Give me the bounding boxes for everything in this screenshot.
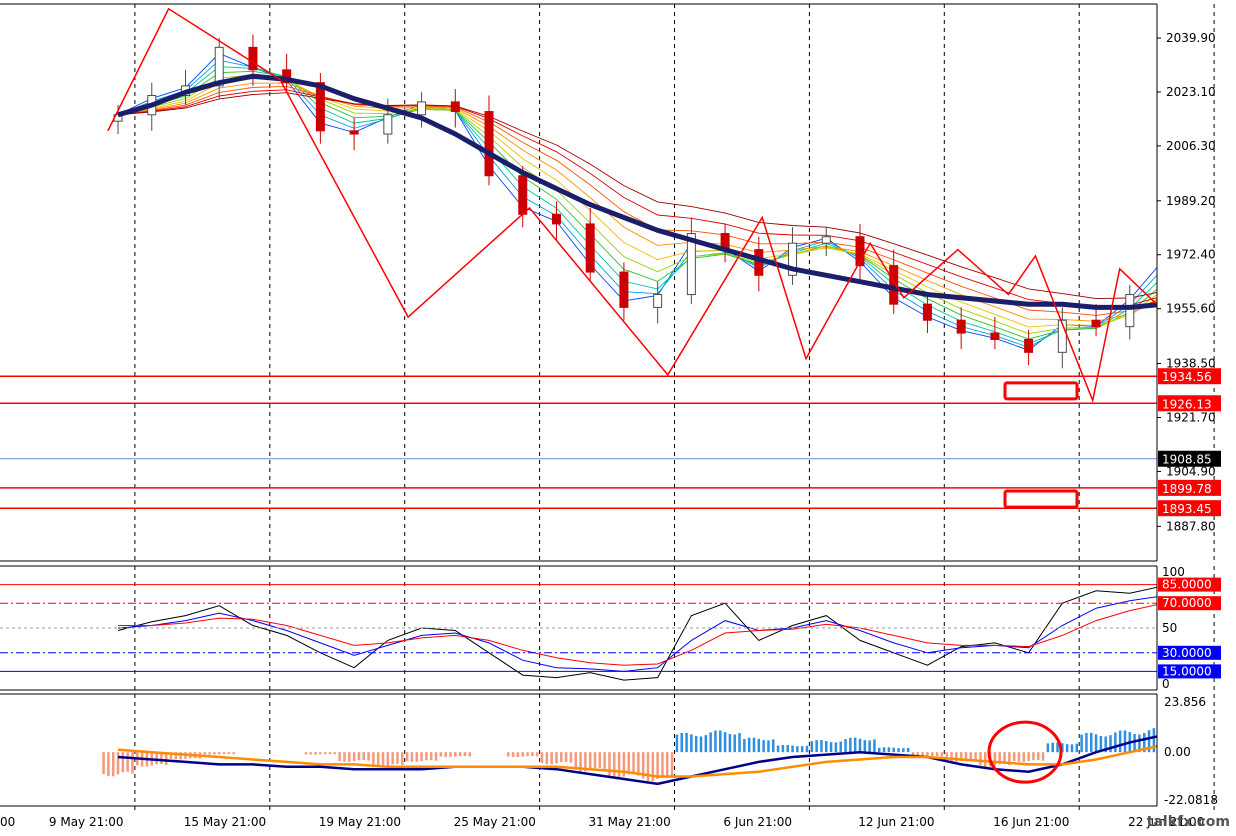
chart-root: 2039.90 2023.10 2006.30 1989.20 1972.40 1955.… — [0, 0, 1236, 832]
candle-body — [349, 130, 359, 135]
macd-tick-label: 0.00 — [1164, 745, 1191, 759]
chart-background — [0, 0, 1236, 832]
level-tag-label: 1899.78 — [1162, 482, 1212, 496]
time-tick-label: 31 May 21:00 — [589, 815, 671, 829]
candle-body — [518, 175, 528, 215]
candle-body — [619, 271, 629, 308]
stochastic-tick-label: 0 — [1162, 677, 1170, 691]
candle-body — [653, 294, 663, 308]
level-tag-label: 1926.13 — [1162, 397, 1212, 411]
stochastic-level-tag-label: 30.0000 — [1162, 646, 1212, 660]
macd-tick-label: 23.856 — [1164, 695, 1206, 709]
candle-body — [1024, 338, 1034, 353]
time-tick-label: 12 Jun 21:00 — [858, 815, 934, 829]
candle-body — [450, 101, 460, 113]
stochastic-tick-label: 50 — [1162, 621, 1177, 635]
price-tick-label: 1989.20 — [1166, 194, 1216, 208]
price-tick-label: 2023.10 — [1166, 85, 1216, 99]
time-tick-label: 00 — [0, 815, 15, 829]
candle-body — [248, 46, 258, 71]
current-price-tag-label: 1908.85 — [1162, 453, 1212, 467]
watermark: talkfx.com — [1147, 814, 1230, 830]
time-tick-label: 25 May 21:00 — [454, 815, 536, 829]
price-tick-label: 1887.80 — [1166, 519, 1216, 533]
candle-body — [417, 101, 427, 116]
stochastic-level-tag-label: 70.0000 — [1162, 596, 1212, 610]
candle-body — [1125, 294, 1135, 328]
candle-body — [315, 82, 325, 132]
candle-body — [1091, 319, 1101, 328]
candle-body — [383, 114, 393, 135]
chart-canvas: 2039.90 2023.10 2006.30 1989.20 1972.40 1955.… — [0, 0, 1236, 832]
stochastic-level-tag-label: 85.0000 — [1162, 578, 1212, 592]
level-tag-label: 1893.45 — [1162, 502, 1212, 516]
time-tick-label: 6 Jun 21:00 — [723, 815, 792, 829]
price-tick-label: 1921.70 — [1166, 410, 1216, 424]
candle-body — [821, 236, 831, 244]
time-tick-label: 9 May 21:00 — [49, 815, 124, 829]
candle-body — [585, 223, 595, 273]
macd-tick-label: -22.0818 — [1164, 793, 1218, 807]
time-tick-label: 16 Jun 21:00 — [993, 815, 1069, 829]
stochastic-level-tag-label: 15.0000 — [1162, 664, 1212, 678]
time-tick-label: 19 May 21:00 — [319, 815, 401, 829]
candle-body — [551, 213, 561, 225]
price-tick-label: 2006.30 — [1166, 139, 1216, 153]
level-tag-label: 1934.56 — [1162, 370, 1212, 384]
candle-body — [922, 303, 932, 321]
price-tick-label: 1972.40 — [1166, 248, 1216, 262]
time-tick-label: 15 May 21:00 — [184, 815, 266, 829]
price-tick-label: 1955.60 — [1166, 302, 1216, 316]
candle-body — [990, 332, 1000, 340]
candle-body — [484, 111, 494, 177]
candle-body — [956, 319, 966, 334]
price-tick-label: 2039.90 — [1166, 31, 1216, 45]
